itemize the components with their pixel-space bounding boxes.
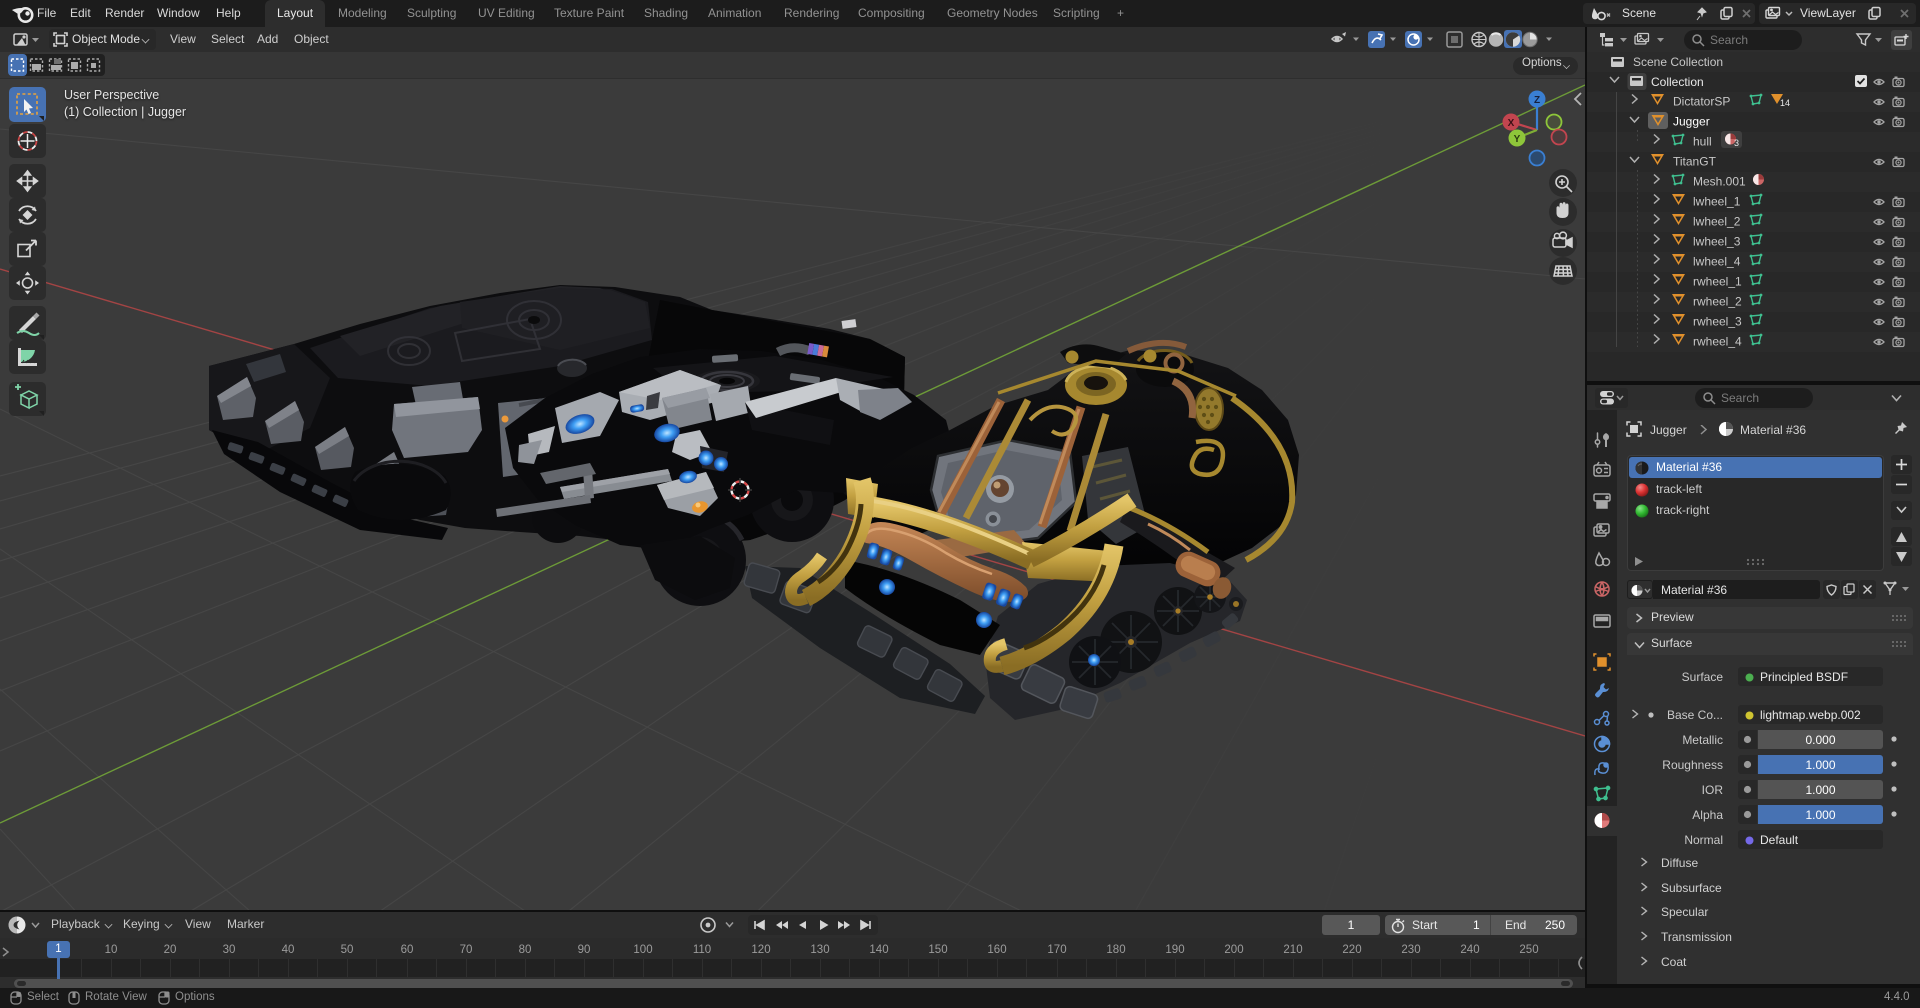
svg-text:Z: Z <box>1534 95 1540 106</box>
svg-text:rwheel_2: rwheel_2 <box>1693 295 1742 309</box>
svg-text:230: 230 <box>1401 944 1420 956</box>
svg-text:180: 180 <box>1106 944 1125 956</box>
svg-text:rwheel_1: rwheel_1 <box>1693 275 1742 289</box>
svg-text:Jugger: Jugger <box>1673 115 1710 129</box>
svg-text:rwheel_4: rwheel_4 <box>1693 335 1742 349</box>
svg-text:10: 10 <box>105 944 118 956</box>
svg-text:50: 50 <box>341 944 354 956</box>
svg-text:40: 40 <box>282 944 295 956</box>
svg-text:3: 3 <box>1734 138 1739 148</box>
svg-text:DictatorSP: DictatorSP <box>1673 95 1730 109</box>
svg-text:90: 90 <box>578 944 591 956</box>
svg-text:110: 110 <box>693 944 711 956</box>
svg-text:190: 190 <box>1165 944 1184 956</box>
svg-text:140: 140 <box>869 944 888 956</box>
svg-text:120: 120 <box>751 944 770 956</box>
svg-text:70: 70 <box>460 944 473 956</box>
svg-text:170: 170 <box>1047 944 1066 956</box>
svg-text:80: 80 <box>519 944 532 956</box>
svg-text:rwheel_3: rwheel_3 <box>1693 315 1742 329</box>
svg-text:150: 150 <box>928 944 947 956</box>
svg-text:14: 14 <box>1780 98 1790 108</box>
svg-text:TitanGT: TitanGT <box>1673 155 1717 169</box>
svg-text:210: 210 <box>1283 944 1302 956</box>
svg-text:Scene Collection: Scene Collection <box>1633 55 1723 69</box>
svg-text:lwheel_3: lwheel_3 <box>1693 235 1741 249</box>
svg-text:Mesh.001: Mesh.001 <box>1693 175 1746 189</box>
svg-text:220: 220 <box>1342 944 1361 956</box>
svg-text:lwheel_2: lwheel_2 <box>1693 215 1741 229</box>
svg-text:X: X <box>1508 118 1515 129</box>
svg-text:60: 60 <box>401 944 414 956</box>
svg-text:20: 20 <box>164 944 177 956</box>
svg-text:200: 200 <box>1224 944 1243 956</box>
svg-text:Y: Y <box>1514 134 1521 145</box>
svg-text:240: 240 <box>1460 944 1479 956</box>
svg-text:30: 30 <box>223 944 236 956</box>
svg-text:lwheel_4: lwheel_4 <box>1693 255 1741 269</box>
svg-text:130: 130 <box>810 944 829 956</box>
svg-text:100: 100 <box>633 944 652 956</box>
svg-text:lwheel_1: lwheel_1 <box>1693 195 1741 209</box>
svg-text:hull: hull <box>1693 135 1712 149</box>
svg-text:160: 160 <box>987 944 1006 956</box>
svg-text:250: 250 <box>1519 944 1538 956</box>
svg-text:Collection: Collection <box>1651 75 1704 89</box>
